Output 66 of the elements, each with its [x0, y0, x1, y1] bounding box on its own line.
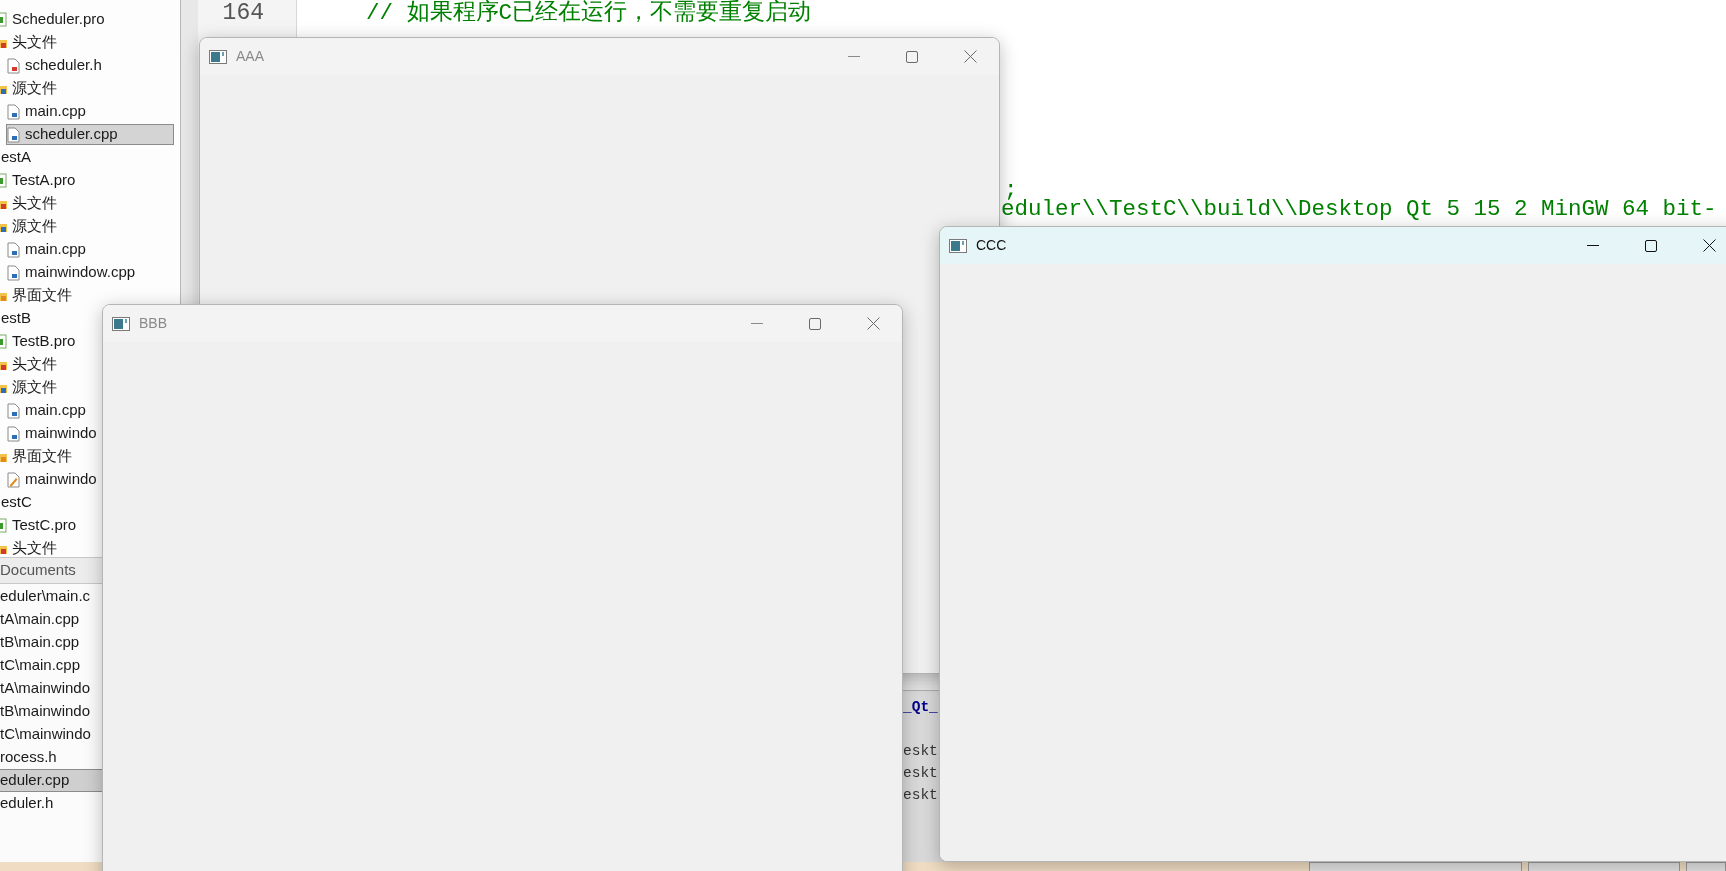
- close-icon: [1702, 239, 1716, 252]
- output-line: eskt: [903, 764, 938, 783]
- tree-item[interactable]: 头文件: [0, 354, 58, 375]
- maximize-icon: [1645, 239, 1657, 252]
- tree-item[interactable]: estB: [0, 308, 32, 329]
- document-item[interactable]: tB\mainwindo: [0, 700, 91, 723]
- file-icon: [7, 126, 20, 143]
- window-icon: [112, 316, 130, 331]
- panel-title: Documents: [0, 560, 76, 581]
- tree-item[interactable]: main.cpp: [6, 239, 87, 260]
- minimize-icon: [1587, 244, 1599, 247]
- tree-item[interactable]: mainwindo: [6, 423, 98, 444]
- maximize-icon: [809, 317, 821, 330]
- tree-item[interactable]: 头文件: [0, 32, 58, 53]
- file-icon: [7, 402, 20, 419]
- output-line: eskt: [903, 742, 938, 761]
- document-item[interactable]: eduler.h: [0, 792, 54, 815]
- tree-item[interactable]: 源文件: [0, 216, 58, 237]
- tree-item[interactable]: TestB.pro: [0, 331, 77, 352]
- maximize-icon: [906, 50, 918, 63]
- tree-item[interactable]: 头文件: [0, 538, 58, 557]
- tree-item[interactable]: TestA.pro: [0, 170, 77, 191]
- file-icon: [7, 241, 20, 258]
- file-icon: [7, 471, 20, 488]
- file-icon: [7, 57, 20, 74]
- document-item[interactable]: tA\main.cpp: [0, 608, 80, 631]
- close-icon: [866, 317, 880, 330]
- document-item[interactable]: rocess.h: [0, 746, 57, 769]
- file-icon: [7, 103, 20, 120]
- close-icon: [963, 50, 977, 63]
- output-line: eskt: [903, 786, 938, 805]
- output-line: _Qt_: [903, 698, 938, 717]
- tree-item[interactable]: mainwindow.cpp: [6, 262, 137, 283]
- tree-item[interactable]: estC: [0, 492, 33, 513]
- document-item[interactable]: tB\main.cpp: [0, 631, 80, 654]
- document-item[interactable]: tC\mainwindo: [0, 723, 91, 746]
- tree-item[interactable]: main.cpp: [6, 101, 87, 122]
- tree-item[interactable]: 源文件: [0, 377, 58, 398]
- window-title: AAA: [236, 47, 264, 66]
- code-line: ;: [1004, 177, 1018, 203]
- tree-item[interactable]: Scheduler.pro: [0, 9, 106, 30]
- tree-item[interactable]: 源文件: [0, 78, 58, 99]
- tree-item[interactable]: mainwindo: [6, 469, 98, 490]
- tree-item[interactable]: estA: [0, 147, 32, 168]
- splitter[interactable]: [180, 0, 198, 304]
- minimize-icon: [848, 55, 860, 58]
- window-icon: [949, 238, 967, 253]
- tree-item[interactable]: scheduler.h: [6, 55, 103, 76]
- document-item[interactable]: tC\main.cpp: [0, 654, 81, 677]
- code-line: // 如果程序C已经在运行，不需要重复启动: [366, 0, 811, 26]
- tree-item[interactable]: scheduler.cpp: [6, 124, 174, 145]
- document-item[interactable]: tA\mainwindo: [0, 677, 91, 700]
- window-icon: [209, 49, 227, 64]
- document-item[interactable]: eduler\main.c: [0, 585, 91, 608]
- line-number: 164: [222, 0, 264, 26]
- tree-item[interactable]: 界面文件: [0, 285, 73, 306]
- document-item[interactable]: eduler.cpp: [0, 769, 102, 792]
- tree-item[interactable]: 头文件: [0, 193, 58, 214]
- minimize-icon: [751, 322, 763, 325]
- file-icon: [7, 264, 20, 281]
- file-icon: [7, 425, 20, 442]
- tree-item[interactable]: 界面文件: [0, 446, 73, 467]
- tree-item[interactable]: TestC.pro: [0, 515, 78, 536]
- window-title: CCC: [976, 236, 1007, 255]
- tree-item[interactable]: main.cpp: [6, 400, 87, 421]
- window-title: BBB: [139, 314, 167, 333]
